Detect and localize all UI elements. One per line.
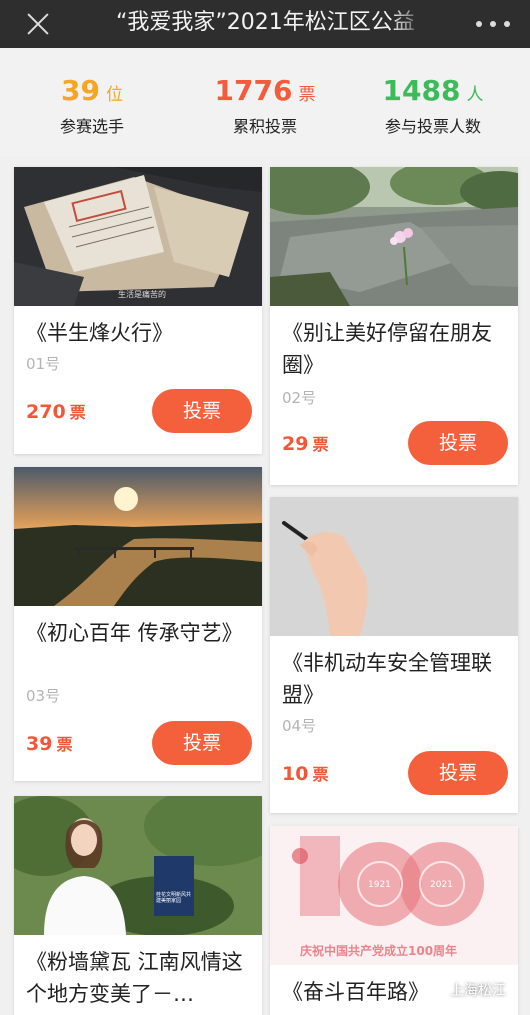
- watermark-text: 上海松江: [450, 983, 506, 999]
- vote-count: 10 票: [282, 761, 328, 785]
- vote-button[interactable]: 投票: [152, 389, 252, 433]
- stat-unit: 人: [466, 85, 484, 105]
- top-bar: “我爱我家”2021年松江区公益: [0, 0, 530, 48]
- vote-count-value: 270: [26, 401, 66, 423]
- stat-number: 1776: [214, 74, 293, 107]
- entry-number: 02号: [282, 389, 317, 407]
- entry-title: 《非机动车安全管理联盟》: [282, 651, 492, 707]
- stat-number: 39: [61, 74, 100, 107]
- vote-button[interactable]: 投票: [408, 751, 508, 795]
- stats-panel: 39 位 参赛选手 1776 票 累积投票 1488 人 参与投票人数: [0, 48, 530, 156]
- entry-thumbnail[interactable]: [14, 467, 262, 606]
- vote-count: 29 票: [282, 431, 328, 455]
- entry-thumbnail[interactable]: [270, 167, 518, 306]
- vote-count: 270 票: [26, 399, 86, 423]
- stat-label: 参赛选手: [59, 117, 124, 136]
- entry-title: 《半生烽火行》: [26, 321, 173, 345]
- thumbnail-sign-text: 桂花文明新风共建美丽家园: [156, 892, 192, 904]
- entry-card-05[interactable]: 桂花文明新风共建美丽家园 《粉墙黛瓦 江南风情这个地方变美了－…: [14, 796, 262, 1015]
- vote-count: 39 票: [26, 731, 72, 755]
- vote-button[interactable]: 投票: [408, 421, 508, 465]
- stat-voters: 1488 人 参与投票人数: [345, 74, 521, 138]
- wechat-icon: [430, 984, 446, 996]
- thumbnail-caption: 生活是痛苦的: [118, 290, 166, 299]
- stat-participants: 39 位 参赛选手: [4, 74, 180, 138]
- entry-thumbnail[interactable]: 桂花文明新风共建美丽家园: [14, 796, 262, 935]
- entry-card-03[interactable]: 《初心百年 传承守艺》 03号 39 票 投票: [14, 467, 262, 781]
- stat-label: 累积投票: [232, 117, 297, 136]
- vote-unit: 票: [312, 435, 329, 454]
- entry-thumbnail[interactable]: 生活是痛苦的: [14, 167, 262, 306]
- stat-label: 参与投票人数: [384, 117, 481, 136]
- stat-number: 1488: [382, 74, 461, 107]
- close-icon[interactable]: [22, 8, 54, 40]
- entry-card-02[interactable]: 《别让美好停留在朋友圈》 02号 29 票 投票: [270, 167, 518, 485]
- vote-unit: 票: [56, 735, 73, 754]
- page-title: “我爱我家”2021年松江区公益: [116, 10, 415, 35]
- entry-number: 01号: [26, 355, 61, 373]
- vote-unit: 票: [69, 403, 86, 422]
- vote-count-value: 10: [282, 763, 309, 785]
- stat-unit: 票: [298, 85, 316, 105]
- entry-title: 《别让美好停留在朋友圈》: [282, 321, 492, 377]
- vote-count-value: 39: [26, 733, 53, 755]
- entry-card-01[interactable]: 生活是痛苦的 《半生烽火行》 01号 270 票 投票: [14, 167, 262, 454]
- entry-number: 04号: [282, 717, 317, 735]
- entry-thumbnail[interactable]: 1921 2021 100 庆祝中国共产党成立100周年: [270, 826, 518, 965]
- entry-card-04[interactable]: 《非机动车安全管理联盟》 04号 10 票 投票: [270, 497, 518, 813]
- entry-thumbnail[interactable]: [270, 497, 518, 636]
- stat-unit: 位: [105, 85, 123, 105]
- entry-title: 《初心百年 传承守艺》: [26, 621, 243, 645]
- thumbnail-banner: 庆祝中国共产党成立100周年: [300, 944, 458, 958]
- vote-unit: 票: [312, 765, 329, 784]
- entry-number: 03号: [26, 687, 61, 705]
- vote-count-value: 29: [282, 433, 309, 455]
- more-options-icon[interactable]: [476, 14, 510, 34]
- account-watermark: 上海松江: [430, 980, 506, 1000]
- stat-total-votes: 1776 票 累积投票: [177, 74, 353, 138]
- vote-button[interactable]: 投票: [152, 721, 252, 765]
- entry-title: 《粉墙黛瓦 江南风情这个地方变美了－…: [26, 950, 243, 1006]
